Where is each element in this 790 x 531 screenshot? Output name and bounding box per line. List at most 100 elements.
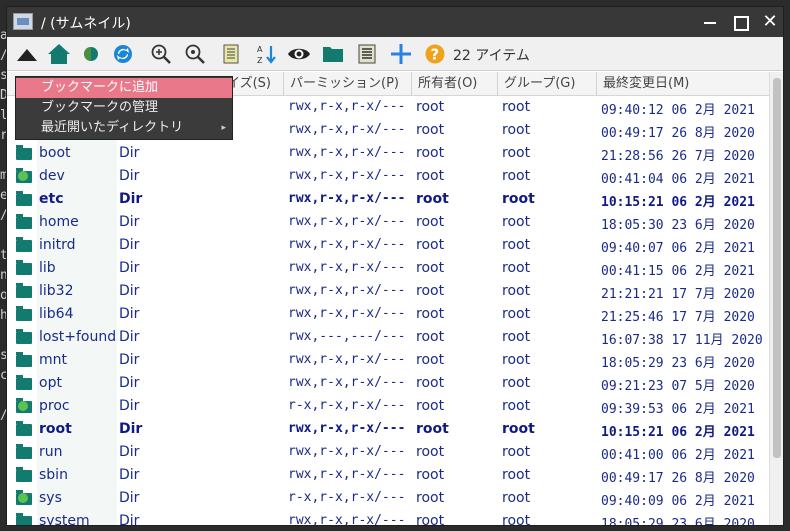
file-row[interactable]: sbin Dir rwx,r-x,r-x/--- root root 00:49:17 2… — [7, 465, 769, 488]
zoom-in-icon[interactable] — [149, 42, 173, 66]
folder-icon[interactable] — [16, 444, 32, 459]
context-menu-item[interactable]: ブックマークに追加 — [16, 78, 232, 98]
header-group[interactable]: グループ(G) — [497, 72, 596, 96]
refresh-icon[interactable] — [111, 42, 135, 66]
file-group: root — [502, 122, 531, 138]
zoom-out-icon[interactable] — [183, 42, 207, 66]
file-modified: 09:40:12 06 2月 2021 — [601, 103, 755, 118]
file-row[interactable]: proc Dir r-x,r-x,r-x/--- root root 09:39:53 0… — [7, 396, 769, 419]
folder-icon[interactable] — [16, 306, 32, 321]
file-modified: 16:07:38 17 11月 2020 — [601, 333, 763, 348]
folder-icon[interactable] — [16, 191, 32, 206]
folder-icon[interactable] — [321, 42, 345, 66]
file-type: Dir — [119, 306, 140, 322]
file-owner: root — [416, 283, 445, 299]
file-name: mnt — [39, 352, 67, 368]
plus-icon[interactable] — [389, 42, 413, 66]
header-owner[interactable]: 所有者(O) — [411, 72, 497, 96]
folder-icon[interactable] — [16, 421, 32, 436]
file-row[interactable]: home Dir rwx,r-x,r-x/--- root root 18:05:30 2… — [7, 212, 769, 235]
svg-text:?: ? — [431, 46, 440, 64]
file-owner: root — [416, 467, 445, 483]
file-row[interactable]: root Dir rwx,r-x,r-x/--- root root 10:15:21 0… — [7, 419, 769, 442]
file-row[interactable]: run Dir rwx,r-x,r-x/--- root root 00:41:00 06… — [7, 442, 769, 465]
file-owner: root — [416, 145, 445, 161]
file-row[interactable]: initrd Dir rwx,r-x,r-x/--- root root 09:40:07… — [7, 235, 769, 258]
folder-icon[interactable] — [16, 513, 32, 525]
file-modified: 18:05:29 23 6月 2020 — [601, 356, 755, 371]
eye-icon[interactable] — [287, 42, 311, 66]
item-count: 22 アイテム — [453, 48, 530, 64]
file-name: initrd — [39, 237, 76, 253]
file-modified: 09:21:23 07 5月 2020 — [601, 379, 755, 394]
file-row[interactable]: lost+found Dir rwx,---,---/--- root root 16:0… — [7, 327, 769, 350]
file-modified: 10:15:21 06 2月 2021 — [601, 425, 755, 440]
file-type: Dir — [119, 168, 140, 184]
file-row[interactable]: etc Dir rwx,r-x,r-x/--- root root 10:15:21 06… — [7, 189, 769, 212]
file-modified: 00:41:04 06 2月 2021 — [601, 172, 755, 187]
file-list: rwx,r-x,r-x/--- root root 09:40:12 06 2月 20… — [7, 97, 769, 526]
file-row[interactable]: mnt Dir rwx,r-x,r-x/--- root root 18:05:29 23… — [7, 350, 769, 373]
file-row[interactable]: opt Dir rwx,r-x,r-x/--- root root 09:21:23 07… — [7, 373, 769, 396]
file-row[interactable]: lib64 Dir rwx,r-x,r-x/--- root root 21:25:46 … — [7, 304, 769, 327]
file-row[interactable]: lib32 Dir rwx,r-x,r-x/--- root root 21:21:21 … — [7, 281, 769, 304]
header-modified[interactable]: 最終変更日(M) — [596, 72, 769, 96]
file-type: Dir — [119, 237, 140, 253]
file-row[interactable]: boot Dir rwx,r-x,r-x/--- root root 21:28:56 2… — [7, 143, 769, 166]
file-group: root — [502, 99, 531, 115]
scrollbar-thumb[interactable] — [773, 78, 781, 458]
context-menu-label: 最近開いたディレクトリ — [41, 120, 184, 135]
file-type: Dir — [119, 421, 143, 437]
header-permission[interactable]: パーミッション(P) — [283, 72, 411, 96]
file-group: root — [502, 467, 531, 483]
file-group: root — [502, 352, 531, 368]
folder-icon[interactable] — [16, 352, 32, 367]
back-icon[interactable] — [79, 42, 103, 66]
context-menu-label: ブックマークに追加 — [41, 80, 159, 95]
file-modified: 00:41:15 06 2月 2021 — [601, 264, 755, 279]
file-row[interactable]: lib Dir rwx,r-x,r-x/--- root root 00:41:15 06… — [7, 258, 769, 281]
file-permission: rwx,r-x,r-x/--- — [288, 283, 406, 298]
folder-link-icon[interactable] — [16, 168, 32, 183]
folder-icon[interactable] — [16, 283, 32, 298]
folder-icon[interactable] — [16, 260, 32, 275]
notes-icon[interactable] — [219, 42, 243, 66]
file-group: root — [502, 513, 531, 526]
context-menu-item[interactable]: 最近開いたディレクトリ ▸ — [16, 118, 232, 138]
vertical-scrollbar[interactable] — [769, 72, 783, 525]
context-menu-item[interactable]: ブックマークの管理 — [16, 98, 232, 118]
folder-icon[interactable] — [16, 237, 32, 252]
home-icon[interactable] — [47, 42, 71, 66]
file-name: sbin — [39, 467, 68, 483]
file-modified: 09:39:53 06 2月 2021 — [601, 402, 755, 417]
folder-link-icon[interactable] — [16, 490, 32, 505]
up-icon[interactable] — [15, 42, 39, 66]
file-name: run — [39, 444, 63, 460]
file-row[interactable]: sys Dir r-x,r-x,r-x/--- root root 09:40:09 06… — [7, 488, 769, 511]
file-owner: root — [416, 490, 445, 506]
maximize-button[interactable] — [729, 11, 751, 33]
folder-icon[interactable] — [16, 375, 32, 390]
help-icon[interactable]: ? — [423, 42, 447, 66]
close-button[interactable]: ✕ — [759, 11, 781, 33]
folder-icon[interactable] — [16, 145, 32, 160]
file-modified: 10:15:21 06 2月 2021 — [601, 195, 755, 210]
file-type: Dir — [119, 467, 140, 483]
file-row[interactable]: system Dir rwx,r-x,r-x/--- root root 18:05:29… — [7, 511, 769, 526]
file-type: Dir — [119, 490, 140, 506]
list-icon[interactable] — [355, 42, 379, 66]
folder-link-icon[interactable] — [16, 398, 32, 413]
file-group: root — [502, 490, 531, 506]
file-row[interactable]: dev Dir rwx,r-x,r-x/--- root root 00:41:04 06… — [7, 166, 769, 189]
file-permission: rwx,r-x,r-x/--- — [288, 306, 406, 321]
folder-icon[interactable] — [16, 467, 32, 482]
file-manager-window: / (サムネイル) ✕ AZ ? 22 アイテム イズ(S) パーミッション(P… — [6, 6, 784, 526]
file-modified: 18:05:29 23 6月 2020 — [601, 517, 755, 526]
folder-icon[interactable] — [16, 214, 32, 229]
title-bar[interactable]: / (サムネイル) ✕ — [7, 7, 783, 37]
file-owner: root — [416, 260, 445, 276]
sort-icon[interactable]: AZ — [255, 42, 279, 66]
window-title: / (サムネイル) — [41, 16, 131, 32]
folder-icon[interactable] — [16, 329, 32, 344]
minimize-button[interactable] — [699, 11, 721, 33]
